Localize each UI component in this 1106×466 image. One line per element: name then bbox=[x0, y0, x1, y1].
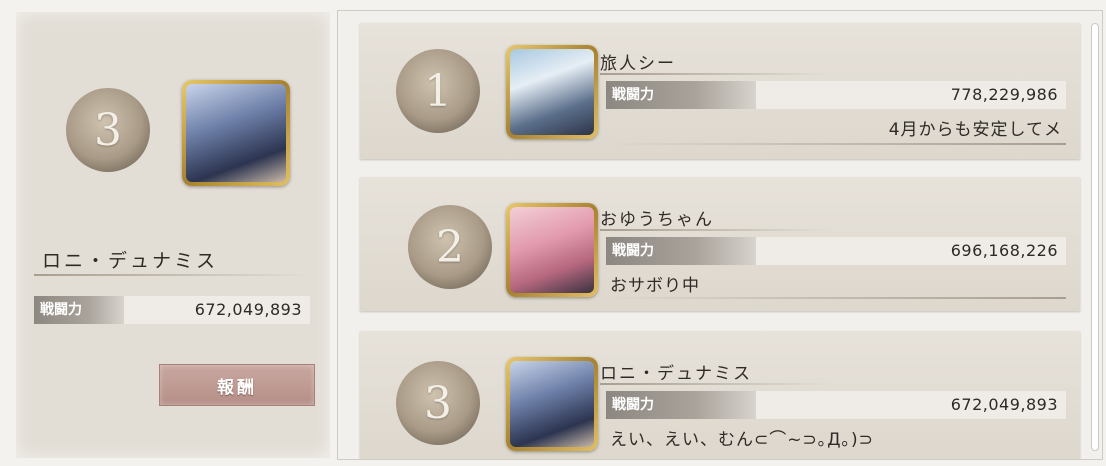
ranking-comment-underline bbox=[606, 297, 1066, 299]
player-avatar[interactable] bbox=[182, 80, 290, 186]
ranking-power-bar: 戦闘力 696,168,226 bbox=[606, 237, 1066, 265]
ranking-avatar[interactable] bbox=[506, 203, 598, 297]
rank-medal-2: 2 bbox=[394, 191, 506, 303]
player-rank-medal: 3 bbox=[52, 74, 164, 186]
ranking-power-label: 戦闘力 bbox=[606, 391, 756, 419]
ranking-power-bar: 戦闘力 778,229,986 bbox=[606, 81, 1066, 109]
ranking-row[interactable]: 2 おゆうちゃん 戦闘力 696,168,226 おサボり中 bbox=[360, 177, 1080, 311]
rank-number: 1 bbox=[424, 65, 452, 117]
player-avatar-image bbox=[186, 84, 286, 182]
reward-button-label: 報酬 bbox=[217, 377, 257, 398]
rank-number: 3 bbox=[424, 377, 452, 429]
ranking-list[interactable]: 1 旅人シー 戦闘力 778,229,986 4月からも安定してメ 2 おゆうち… bbox=[337, 10, 1103, 460]
ranking-name-underline bbox=[600, 73, 830, 75]
player-rank-number: 3 bbox=[94, 104, 122, 156]
rank-medal-1: 1 bbox=[382, 35, 494, 147]
ranking-avatar[interactable] bbox=[506, 357, 598, 451]
ranking-row[interactable]: 1 旅人シー 戦闘力 778,229,986 4月からも安定してメ bbox=[360, 23, 1080, 159]
ranking-comment-underline bbox=[606, 143, 1066, 145]
ranking-avatar-image bbox=[510, 207, 594, 293]
ranking-row[interactable]: 3 ロニ・デュナミス 戦闘力 672,049,893 えい、えい、むん⊂⌒~⊃｡… bbox=[360, 331, 1080, 459]
ranking-comment: えい、えい、むん⊂⌒~⊃｡Д｡)⊃ bbox=[610, 430, 874, 450]
player-power-bar: 戦闘力 672,049,893 bbox=[34, 296, 310, 324]
ranking-power-label: 戦闘力 bbox=[606, 81, 756, 109]
player-name: ロニ・デュナミス bbox=[42, 250, 219, 272]
ranking-scrollbar[interactable] bbox=[1091, 23, 1099, 451]
player-summary-panel: 3 ロニ・デュナミス 戦闘力 672,049,893 報酬 bbox=[16, 12, 330, 458]
ranking-player-name: おゆうちゃん bbox=[600, 210, 714, 230]
rank-number: 2 bbox=[436, 221, 464, 273]
ranking-avatar-image bbox=[510, 49, 594, 135]
ranking-power-value: 696,168,226 bbox=[950, 241, 1058, 260]
ranking-scrollbar-thumb[interactable] bbox=[1091, 23, 1099, 451]
player-power-value: 672,049,893 bbox=[194, 300, 302, 319]
ranking-power-label: 戦闘力 bbox=[606, 237, 756, 265]
reward-button[interactable]: 報酬 bbox=[159, 364, 315, 406]
ranking-comment: おサボり中 bbox=[610, 276, 700, 296]
ranking-power-value: 672,049,893 bbox=[950, 395, 1058, 414]
ranking-power-bar: 戦闘力 672,049,893 bbox=[606, 391, 1066, 419]
ranking-avatar[interactable] bbox=[506, 45, 598, 139]
rank-medal-3: 3 bbox=[382, 347, 494, 459]
ranking-player-name: 旅人シー bbox=[600, 54, 676, 74]
player-name-underline bbox=[34, 274, 310, 276]
ranking-avatar-image bbox=[510, 361, 594, 447]
player-power-label: 戦闘力 bbox=[34, 296, 124, 324]
ranking-power-value: 778,229,986 bbox=[950, 85, 1058, 104]
ranking-player-name: ロニ・デュナミス bbox=[600, 364, 752, 384]
ranking-comment: 4月からも安定してメ bbox=[888, 120, 1062, 140]
ranking-name-underline bbox=[600, 383, 830, 385]
ranking-name-underline bbox=[600, 229, 830, 231]
